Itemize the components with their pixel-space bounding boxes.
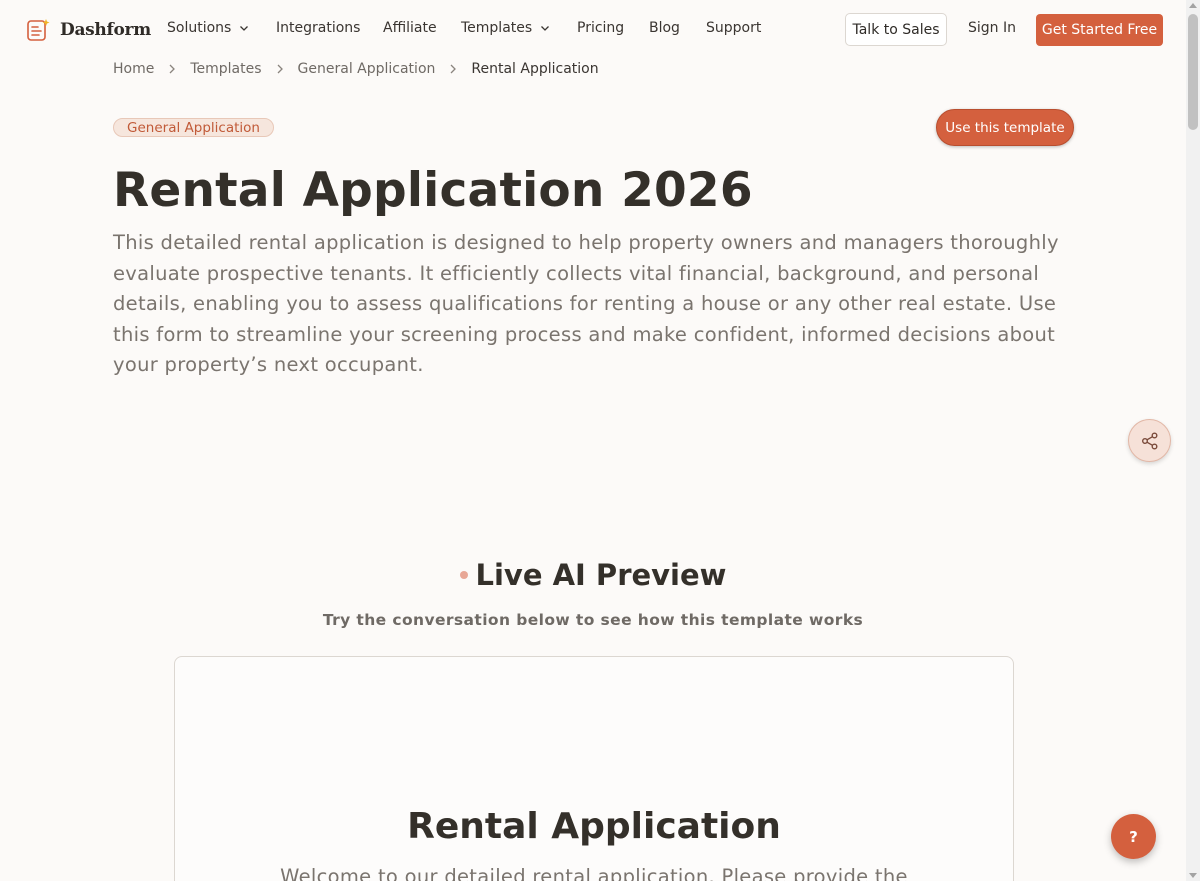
top-nav: Dashform Solutions Integrations Affiliat… [0,0,1186,60]
nav-templates-label: Templates [461,20,533,36]
preview-header: Live AI Preview [0,558,1186,592]
breadcrumb-current: Rental Application [471,61,599,77]
chevron-right-icon [277,64,283,74]
get-started-button[interactable]: Get Started Free [1036,14,1163,46]
chevron-down-icon [240,26,249,31]
form-title: Rental Application [407,806,781,847]
preview-title: Live AI Preview [475,558,727,592]
use-template-button[interactable]: Use this template [936,109,1074,146]
page-title: Rental Application 2026 [113,163,753,218]
sign-in-link[interactable]: Sign In [968,20,1016,36]
scroll-up-icon[interactable] [1189,3,1197,8]
brand-name: Dashform [60,20,151,40]
status-dot-icon [459,571,468,579]
share-button[interactable] [1128,419,1171,462]
nav-solutions-label: Solutions [167,20,232,36]
nav-blog[interactable]: Blog [649,20,680,36]
nav-affiliate-label: Affiliate [383,20,437,36]
nav-integrations-label: Integrations [276,20,361,36]
nav-solutions[interactable]: Solutions [167,20,249,36]
category-tag[interactable]: General Application [113,118,274,137]
form-intro: Welcome to our detailed rental applicati… [280,865,908,881]
nav-blog-label: Blog [649,20,680,36]
share-icon [1141,432,1157,449]
breadcrumb-general-application[interactable]: General Application [298,61,436,77]
scroll-down-icon[interactable] [1189,873,1197,878]
nav-affiliate[interactable]: Affiliate [383,20,437,36]
nav-pricing-label: Pricing [577,20,625,36]
nav-templates[interactable]: Templates [461,20,550,36]
nav-support-label: Support [706,20,762,36]
nav-support[interactable]: Support [706,20,761,36]
form-sparkle-icon [27,19,50,41]
chevron-right-icon [450,64,457,74]
breadcrumb-home[interactable]: Home [113,61,154,77]
chevron-right-icon [169,64,176,74]
logo[interactable]: Dashform [26,18,151,42]
chevron-down-icon [541,26,550,31]
help-button[interactable]: ? [1111,814,1156,859]
template-description: This detailed rental application is desi… [113,231,1059,376]
nav-integrations[interactable]: Integrations [276,20,360,36]
preview-panel[interactable]: Rental Application Welcome to our detail… [174,656,1014,881]
breadcrumb-templates[interactable]: Templates [190,61,261,77]
page-scrollbar[interactable] [1186,0,1200,881]
breadcrumb: Home Templates General Application Renta… [113,60,599,78]
preview-subtitle: Try the conversation below to see how th… [322,611,864,629]
scroll-thumb[interactable] [1188,14,1198,130]
nav-pricing[interactable]: Pricing [577,20,624,36]
talk-to-sales-button[interactable]: Talk to Sales [845,13,947,46]
